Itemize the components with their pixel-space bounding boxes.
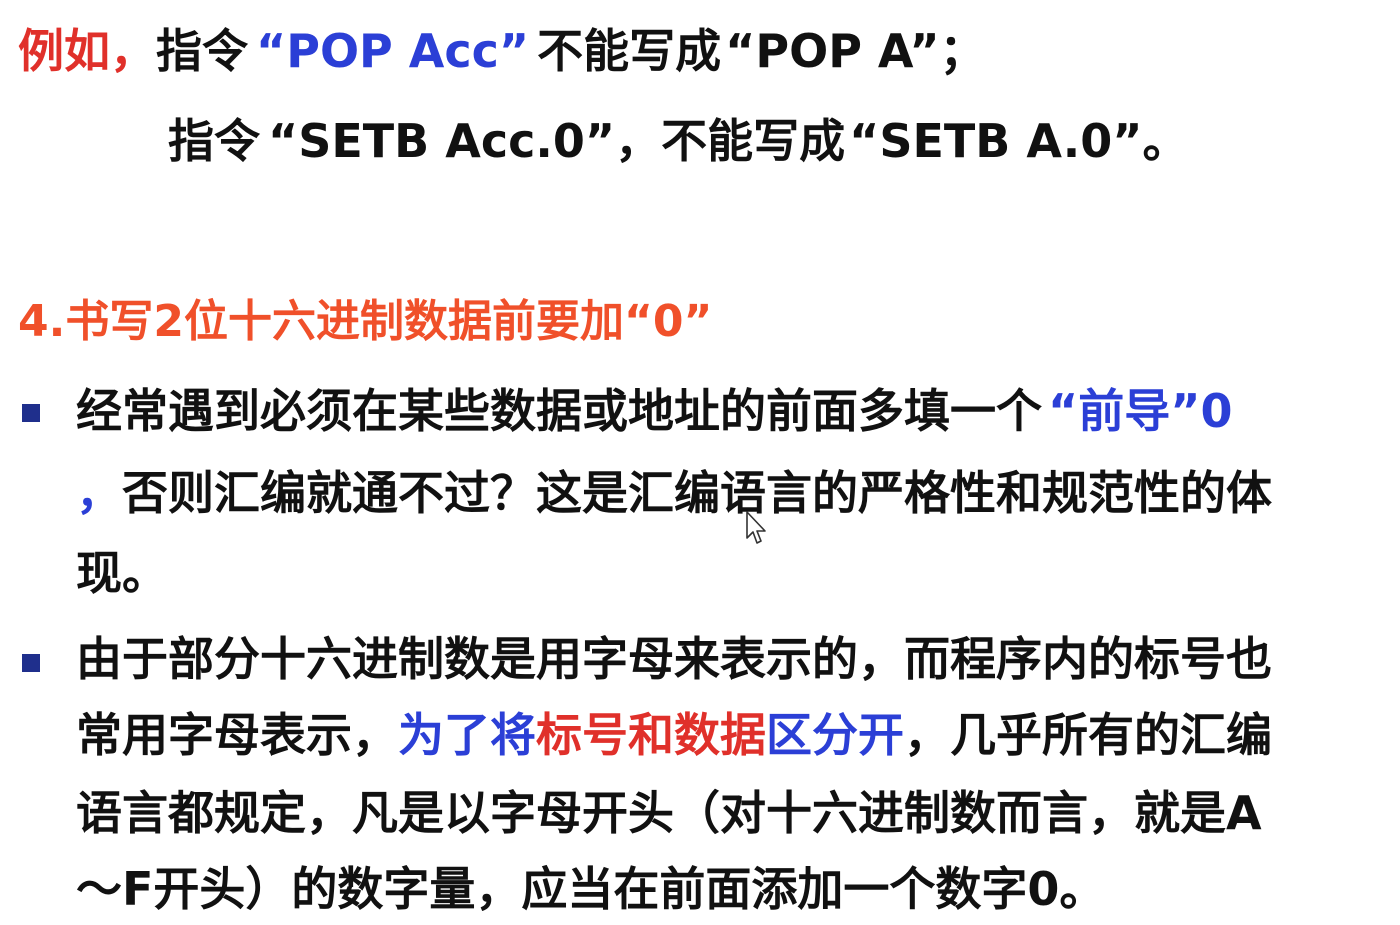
bullet-comma: ， — [76, 466, 122, 520]
mouse-pointer-icon — [746, 511, 766, 544]
bullet-text: 否则汇编就通不过？这是汇编语言的严格性和规范性的体 — [122, 466, 1272, 520]
command-pop-acc: “POP Acc” — [256, 24, 530, 78]
square-bullet-icon — [22, 404, 40, 422]
bullet-2-line-2: 常用字母表示，为了将标号和数据区分开，几乎所有的汇编 — [76, 712, 1272, 758]
bullet-text: 语言都规定，凡是以字母开头（对十六进制数而言，就是A — [76, 786, 1262, 840]
square-bullet-icon — [22, 654, 40, 672]
bullet-2-line-4: ～F开头）的数字量，应当在前面添加一个数字0。 — [76, 866, 1105, 912]
highlight-blue: 区分开 — [766, 708, 904, 762]
section-heading: 4.书写2位十六进制数据前要加“0” — [18, 296, 713, 347]
bullet-2-line-1: 由于部分十六进制数是用字母来表示的，而程序内的标号也 — [76, 636, 1272, 682]
bullet-text: ～F开头）的数字量，应当在前面添加一个数字0。 — [76, 862, 1106, 916]
command-setb-a: “SETB A.0” — [849, 114, 1143, 168]
example-text: 不能写成 — [537, 24, 722, 78]
bullet-text: 现。 — [76, 546, 168, 600]
bullet-text: 由于部分十六进制数是用字母来表示的，而程序内的标号也 — [76, 632, 1272, 686]
bullet-text: 常用字母表示， — [76, 708, 398, 762]
example-lead: 例如， — [18, 24, 156, 78]
highlight-leading-zero: “前导”0 — [1048, 384, 1233, 438]
highlight-blue: 为了将 — [398, 708, 536, 762]
command-pop-a: “POP A” — [725, 24, 940, 78]
bullet-1-line-2: ，否则汇编就通不过？这是汇编语言的严格性和规范性的体 — [76, 470, 1272, 516]
example-line-1: 例如，指令 “POP Acc” 不能写成“POP A”； — [18, 28, 986, 74]
bullet-1-line-1: 经常遇到必须在某些数据或地址的前面多填一个 “前导”0 — [76, 388, 1232, 434]
example-end: 。 — [1142, 114, 1189, 168]
example-text: 指令 — [156, 24, 248, 78]
example-text: ，不能写成 — [615, 114, 846, 168]
bullet-1-line-3: 现。 — [76, 550, 168, 596]
highlight-red: 标号和数据 — [536, 708, 766, 762]
bullet-text: ，几乎所有的汇编 — [904, 708, 1272, 762]
example-line-2: 指令 “SETB Acc.0”，不能写成“SETB A.0”。 — [168, 118, 1189, 164]
example-text: 指令 — [168, 114, 260, 168]
bullet-text: 经常遇到必须在某些数据或地址的前面多填一个 — [76, 384, 1042, 438]
command-setb-acc: “SETB Acc.0” — [268, 114, 616, 168]
example-end: ； — [939, 24, 986, 78]
bullet-2-line-3: 语言都规定，凡是以字母开头（对十六进制数而言，就是A — [76, 790, 1262, 836]
